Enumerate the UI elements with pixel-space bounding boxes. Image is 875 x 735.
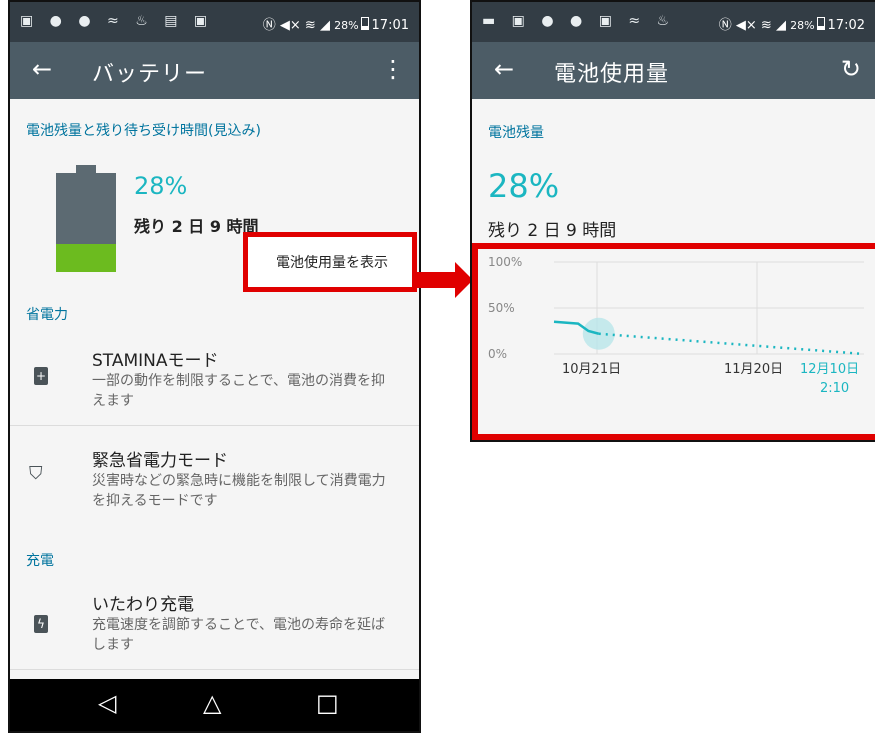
battery-section-header: 電池残量 [488, 125, 544, 141]
emergency-shield-icon: ⛉ [29, 463, 43, 484]
power-saving-section-header: 省電力 [26, 307, 68, 323]
divider [10, 669, 419, 670]
nfc-icon: Ⓝ [718, 18, 732, 33]
callout-arrow [415, 262, 473, 298]
clock: 17:02 [827, 18, 865, 33]
signal-icon: ◢ [775, 18, 786, 33]
item-subtitle: 一部の動作を制限することで、電池の消費を抑えます [92, 373, 386, 409]
back-arrow-icon[interactable]: ← [32, 54, 52, 84]
item-title: いたわり充電 [92, 595, 194, 615]
battery-percent: 28% [790, 19, 815, 32]
overflow-menu-icon[interactable]: ⋮ [381, 54, 405, 84]
settings-battery-screen: ▣ ● ● ≈ ♨ ▤ ▣ Ⓝ ◀× ≋ ◢ 28% 17:01 ← バッテリー … [8, 0, 421, 733]
page-title: 電池使用量 [554, 62, 670, 87]
item-subtitle: 災害時などの緊急時に機能を制限して消費電力を抑えるモードです [92, 473, 386, 509]
refresh-icon[interactable]: ↻ [841, 54, 861, 84]
recents-nav-icon[interactable]: □ [316, 689, 339, 717]
back-arrow-icon[interactable]: ← [494, 54, 514, 84]
remaining-time: 残り 2 日 9 時間 [134, 217, 259, 236]
battery-percent-large: 28% [488, 167, 560, 205]
battery-icon [360, 17, 369, 30]
remaining-time: 残り 2 日 9 時間 [488, 221, 617, 241]
item-subtitle: 充電速度を調節することで、電池の寿命を延ばします [92, 617, 386, 653]
status-right: Ⓝ ◀× ≋ ◢ 28% 17:01 [263, 14, 409, 33]
navigation-bar: ◁ △ □ [10, 679, 419, 731]
status-right: Ⓝ ◀× ≋ ◢ 28% 17:02 [719, 14, 865, 33]
charging-battery-icon: ϟ [34, 615, 48, 633]
clock: 17:01 [371, 18, 409, 33]
notification-icons: ▣ ● ● ≈ ♨ ▤ ▣ [20, 13, 214, 29]
battery-percent: 28% [334, 19, 359, 32]
wifi-icon: ≋ [760, 18, 772, 33]
show-battery-usage-link[interactable]: 電池使用量を表示 [276, 252, 388, 272]
nfc-icon: Ⓝ [262, 18, 276, 33]
app-toolbar: ← 電池使用量 ↻ [472, 42, 875, 99]
battery-plus-icon: + [34, 367, 48, 385]
mute-icon: ◀× [279, 18, 301, 33]
mute-icon: ◀× [735, 18, 757, 33]
app-toolbar: ← バッテリー ⋮ [10, 42, 419, 99]
wifi-icon: ≋ [304, 18, 316, 33]
page-title: バッテリー [92, 62, 208, 87]
item-title: 緊急省電力モード [92, 451, 228, 471]
divider [10, 425, 419, 426]
back-nav-icon[interactable]: ◁ [98, 689, 116, 717]
chart-highlight [472, 243, 875, 440]
signal-icon: ◢ [319, 18, 330, 33]
notification-icons: ▬ ▣ ● ● ▣ ≈ ♨ [482, 13, 676, 29]
home-nav-icon[interactable]: △ [203, 689, 221, 717]
show-battery-usage-highlight[interactable]: 電池使用量を表示 [243, 232, 417, 292]
battery-percent-large: 28% [134, 172, 188, 200]
battery-graphic [56, 165, 116, 272]
charging-section-header: 充電 [26, 553, 54, 569]
battery-section-header: 電池残量と残り待ち受け時間(見込み) [26, 123, 261, 139]
status-bar: ▬ ▣ ● ● ▣ ≈ ♨ Ⓝ ◀× ≋ ◢ 28% 17:02 [472, 2, 875, 42]
battery-icon [816, 17, 825, 30]
item-title: STAMINAモード [92, 351, 219, 371]
status-bar: ▣ ● ● ≈ ♨ ▤ ▣ Ⓝ ◀× ≋ ◢ 28% 17:01 [10, 2, 419, 42]
